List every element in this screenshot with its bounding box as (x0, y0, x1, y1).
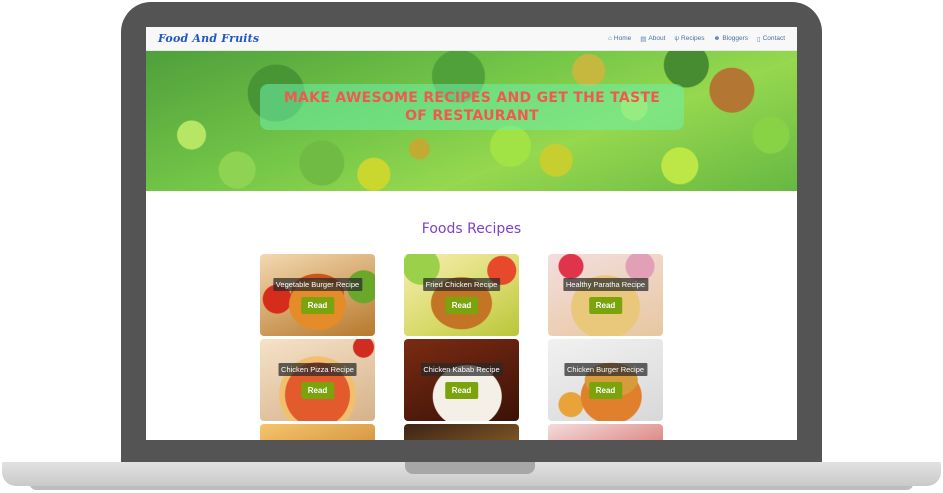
nav-item-contact[interactable]: ▯ Contact (757, 35, 785, 43)
card-title: Chicken Burger Recipe (563, 363, 648, 376)
recipe-image (260, 424, 375, 440)
card-title: Chicken Pizza Recipe (278, 363, 357, 376)
recipe-card-fried-chicken[interactable]: Fried Chicken Recipe Read (404, 254, 519, 336)
nav-item-bloggers[interactable]: ☻ Bloggers (714, 35, 749, 42)
section-title: Foods Recipes (421, 221, 522, 237)
read-button[interactable]: Read (444, 382, 479, 399)
laptop-notch (405, 462, 535, 474)
hero-title: MAKE AWESOME RECIPES AND GET THE TASTE O… (283, 90, 661, 124)
paratha-image (548, 254, 663, 336)
nav-label-contact: Contact (762, 35, 785, 42)
hero-caption-box: MAKE AWESOME RECIPES AND GET THE TASTE O… (260, 84, 684, 130)
nav-label-recipes: Recipes (681, 35, 705, 42)
fried-chicken-image (404, 254, 519, 336)
card-title: Fried Chicken Recipe (422, 278, 501, 291)
vegetable-burger-image (260, 254, 375, 336)
read-button[interactable]: Read (588, 297, 623, 314)
recipe-card-partial[interactable] (404, 424, 519, 440)
nav-item-home[interactable]: ⌂ Home (608, 35, 631, 42)
recipe-card-partial[interactable] (260, 424, 375, 440)
recipe-card-chicken-kabab[interactable]: Chicken Kabab Recipe Read (404, 339, 519, 421)
read-button[interactable]: Read (300, 297, 335, 314)
read-button[interactable]: Read (588, 382, 623, 399)
nav-label-about: About (648, 35, 666, 42)
card-title: Vegetable Burger Recipe (272, 278, 363, 291)
recipe-card-chicken-burger[interactable]: Chicken Burger Recipe Read (548, 339, 663, 421)
recipe-image (548, 424, 663, 440)
nav-item-recipes[interactable]: ψ Recipes (674, 35, 704, 42)
hero-banner: MAKE AWESOME RECIPES AND GET THE TASTE O… (146, 51, 797, 191)
laptop-screen: Food And Fruits ⌂ Home ▤ About ψ Recipes… (146, 27, 797, 440)
recipe-card-vegetable-burger[interactable]: Vegetable Burger Recipe Read (260, 254, 375, 336)
brand-logo[interactable]: Food And Fruits (158, 32, 259, 45)
recipe-card-partial[interactable] (548, 424, 663, 440)
chicken-kabab-image (404, 339, 519, 421)
navbar: Food And Fruits ⌂ Home ▤ About ψ Recipes… (146, 27, 797, 51)
users-icon: ☻ (713, 35, 721, 42)
nav-label-home: Home (613, 35, 632, 42)
home-icon: ⌂ (607, 35, 612, 42)
phone-icon: ▯ (757, 35, 761, 43)
card-title: Healthy Paratha Recipe (562, 278, 649, 291)
chicken-burger-image (548, 339, 663, 421)
recipe-card-chicken-pizza[interactable]: Chicken Pizza Recipe Read (260, 339, 375, 421)
recipe-image (404, 424, 519, 440)
read-button[interactable]: Read (444, 297, 479, 314)
nav-links: ⌂ Home ▤ About ψ Recipes ☻ Bloggers ▯ Co… (608, 35, 785, 43)
cutlery-icon: ψ (674, 35, 680, 42)
book-icon: ▤ (640, 35, 647, 43)
read-button[interactable]: Read (300, 382, 335, 399)
chicken-pizza-image (260, 339, 375, 421)
nav-item-about[interactable]: ▤ About (640, 35, 665, 43)
card-title: Chicken Kabab Recipe (420, 363, 503, 376)
recipe-card-healthy-paratha[interactable]: Healthy Paratha Recipe Read (548, 254, 663, 336)
nav-label-bloggers: Bloggers (722, 35, 749, 42)
